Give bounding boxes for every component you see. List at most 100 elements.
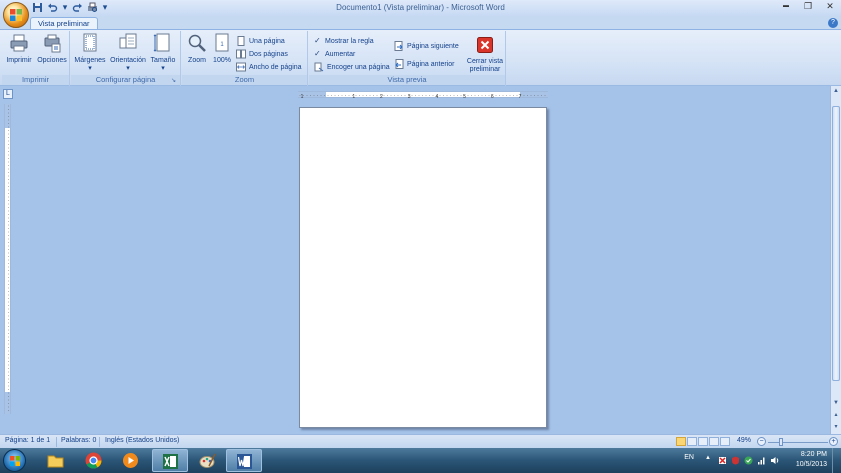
start-button[interactable]	[3, 449, 26, 472]
check-icon: ✓	[314, 49, 321, 58]
document-page[interactable]	[299, 107, 547, 428]
vertical-ruler[interactable]	[4, 104, 11, 414]
zoom-100-button[interactable]: 1 100%	[210, 33, 234, 65]
office-button[interactable]	[3, 2, 29, 28]
zoom-level[interactable]: 49%	[737, 437, 751, 444]
orientacion-button[interactable]: Orientación ▾	[109, 33, 147, 73]
volume-icon[interactable]	[770, 456, 779, 465]
language-indicator[interactable]: EN	[684, 454, 694, 461]
scroll-up-arrow[interactable]: ▲	[831, 86, 841, 96]
zoom-slider-track[interactable]	[768, 442, 828, 443]
tamano-button[interactable]: Tamaño ▾	[149, 33, 177, 73]
una-pagina-label: Una página	[249, 37, 285, 45]
opciones-label: Opciones	[37, 57, 67, 64]
outline-view-button[interactable]	[709, 437, 719, 446]
ruler-ticks: 1 1 2 3 4 5 6 7	[299, 94, 546, 99]
next-page-scroll-button[interactable]: ▾	[831, 422, 841, 432]
web-layout-view-button[interactable]	[698, 437, 708, 446]
opciones-button[interactable]: Opciones	[35, 33, 69, 65]
cerrar-vista-preliminar-button[interactable]: Cerrar vista preliminar	[464, 33, 506, 74]
pagina-anterior-label: Página anterior	[407, 60, 455, 68]
taskbar-explorer[interactable]	[38, 449, 74, 472]
mostrar-la-regla-checkbox[interactable]: ✓ Mostrar la regla	[314, 35, 374, 47]
ruler-tick-label: 1	[352, 94, 355, 99]
aumentar-label: Aumentar	[325, 50, 356, 58]
mostrar-la-regla-label: Mostrar la regla	[325, 37, 374, 45]
aumentar-checkbox[interactable]: ✓ Aumentar	[314, 48, 355, 60]
margenes-button[interactable]: Márgenes ▾	[73, 33, 107, 73]
taskbar-excel[interactable]	[152, 449, 188, 472]
imprimir-label: Imprimir	[6, 57, 32, 64]
scroll-thumb[interactable]	[832, 106, 840, 381]
windows-logo-icon	[10, 456, 20, 466]
shrink-page-icon	[314, 62, 324, 72]
restore-button[interactable]: ❐	[797, 0, 819, 14]
view-buttons	[676, 437, 730, 446]
status-words[interactable]: Palabras: 0	[61, 437, 96, 444]
dialog-launcher-icon[interactable]: ↘	[171, 78, 178, 85]
zoom-in-button[interactable]: +	[829, 437, 838, 446]
clock-time[interactable]: 8:20 PM	[801, 451, 827, 458]
tab-selector-button[interactable]: L	[3, 89, 13, 99]
group-label-configurar-pagina: Configurar página	[71, 75, 180, 85]
pagina-siguiente-label: Página siguiente	[407, 42, 459, 50]
show-desktop-button[interactable]	[832, 448, 841, 473]
document-area: L 1 1 2 3 4 5 6 7 ▲ ▼ ▴ ▾	[0, 86, 841, 434]
taskbar-media-player[interactable]	[113, 449, 149, 472]
security-icon[interactable]	[731, 456, 740, 465]
imprimir-button[interactable]: Imprimir	[4, 33, 34, 65]
ancho-de-pagina-label: Ancho de página	[249, 63, 302, 71]
scroll-down-arrow[interactable]: ▼	[831, 398, 841, 408]
orientation-icon	[119, 33, 137, 49]
taskbar-paint[interactable]	[190, 449, 226, 472]
pagina-anterior-button[interactable]: Página anterior	[394, 58, 454, 70]
close-window-button[interactable]: ✕	[819, 0, 841, 14]
minimize-button[interactable]: ▬	[775, 0, 797, 14]
draft-view-button[interactable]	[720, 437, 730, 446]
show-hidden-icons[interactable]: ▲	[705, 455, 711, 461]
encoger-una-pagina-label: Encoger una página	[327, 63, 390, 71]
zoom-label: Zoom	[188, 57, 206, 64]
dos-paginas-button[interactable]: Dos páginas	[236, 48, 288, 60]
group-label-imprimir: Imprimir	[2, 75, 69, 85]
ruler-tick-label: 1	[301, 94, 304, 99]
vertical-ruler-ticks	[8, 105, 9, 411]
media-player-icon	[123, 453, 138, 468]
zoom-out-button[interactable]: −	[757, 437, 766, 446]
update-icon[interactable]	[744, 456, 753, 465]
group-label-vista-previa: Vista previa	[309, 75, 505, 85]
group-label-zoom: Zoom	[182, 75, 307, 85]
ruler-tick-label: 7	[519, 94, 522, 99]
taskbar: EN ▲ 8:20 PM 10/5/2013	[0, 448, 841, 473]
printer-icon	[10, 34, 28, 52]
group-configurar-pagina: Márgenes ▾ Orientación ▾ Tamaño ▾ Config…	[71, 31, 181, 86]
pagina-siguiente-button[interactable]: Página siguiente	[394, 40, 459, 52]
encoger-una-pagina-button[interactable]: Encoger una página	[314, 61, 390, 73]
status-bar: Página: 1 de 1 Palabras: 0 Inglés (Estad…	[0, 434, 841, 448]
tamano-label: Tamaño	[150, 57, 176, 64]
two-pages-icon	[236, 49, 246, 59]
status-page[interactable]: Página: 1 de 1	[5, 437, 50, 444]
help-icon[interactable]: ?	[828, 18, 838, 28]
previous-page-icon	[395, 59, 404, 69]
magnifier-icon	[188, 34, 206, 52]
word-icon	[237, 454, 252, 469]
margins-icon	[83, 33, 97, 52]
clock-date[interactable]: 10/5/2013	[796, 461, 827, 468]
network-icon[interactable]	[757, 456, 766, 465]
ancho-de-pagina-button[interactable]: Ancho de página	[236, 61, 302, 73]
taskbar-word[interactable]	[226, 449, 262, 472]
una-pagina-button[interactable]: Una página	[236, 35, 285, 47]
previous-page-scroll-button[interactable]: ▴	[831, 410, 841, 420]
action-center-icon[interactable]	[718, 456, 727, 465]
tamano-dropdown-icon: ▾	[161, 65, 165, 72]
taskbar-chrome[interactable]	[76, 449, 112, 472]
page-100-icon: 1	[215, 33, 229, 52]
print-layout-view-button[interactable]	[676, 437, 686, 446]
zoom-button[interactable]: Zoom	[185, 33, 209, 65]
zoom-slider-thumb[interactable]	[779, 438, 783, 446]
horizontal-ruler[interactable]: 1 1 2 3 4 5 6 7	[298, 91, 548, 99]
vertical-scrollbar[interactable]: ▲ ▼ ▴ ▾	[830, 86, 841, 434]
full-screen-reading-view-button[interactable]	[687, 437, 697, 446]
status-language[interactable]: Inglés (Estados Unidos)	[105, 437, 179, 444]
